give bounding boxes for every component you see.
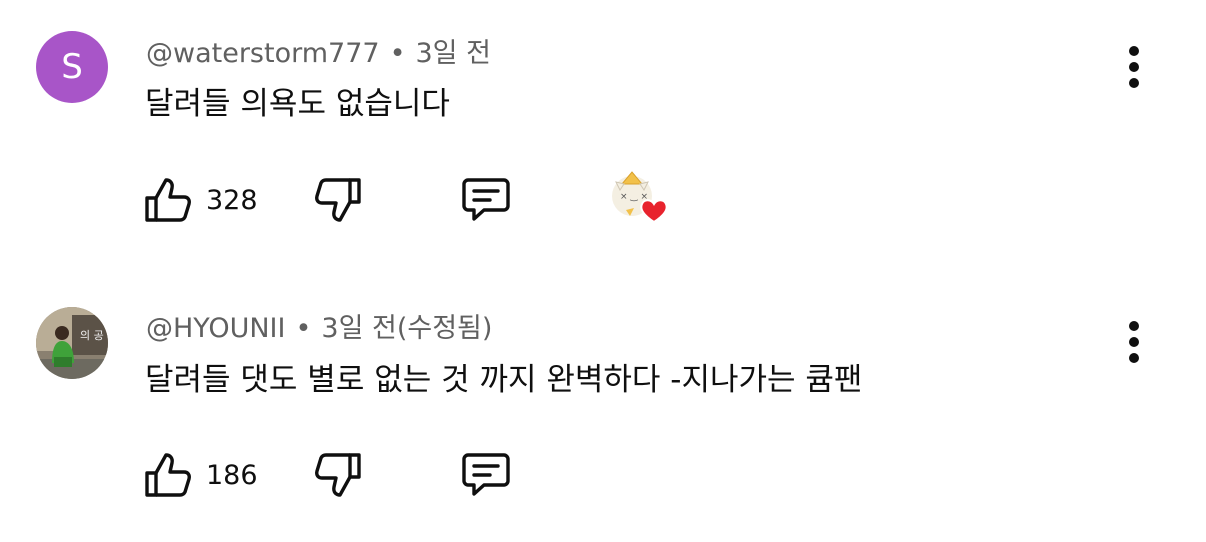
more-actions-button[interactable] xyxy=(1114,315,1154,371)
comment-author[interactable]: @waterstorm777 xyxy=(146,38,380,69)
like-count: 186 xyxy=(206,459,258,491)
comment-actions: 328 × ‿ × xyxy=(144,171,704,226)
creator-heart-icon: × ‿ × xyxy=(612,171,668,224)
comment-text: 달려들 의욕도 없습니다 xyxy=(145,86,450,122)
comment-time[interactable]: 3일 전 xyxy=(416,38,491,69)
like-count: 328 xyxy=(206,184,258,216)
creator-heart-badge: × ‿ × xyxy=(608,168,672,228)
comment-text: 달려들 댓도 별로 없는 것 까지 완벽하다 -지나가는 큠팬 xyxy=(145,362,863,398)
dislike-button[interactable] xyxy=(314,449,362,501)
svg-text:의 공: 의 공 xyxy=(80,329,104,342)
avatar[interactable]: 의 공 xyxy=(36,307,108,379)
comment-time[interactable]: 3일 전(수정됨) xyxy=(321,313,492,344)
comment-author[interactable]: @HYOUNII xyxy=(146,313,285,344)
thumbs-down-icon xyxy=(315,178,361,222)
dislike-button[interactable] xyxy=(314,174,362,226)
comment-meta: @HYOUNII • 3일 전(수정됨) xyxy=(146,312,492,346)
avatar-photo: 의 공 xyxy=(36,307,108,379)
comment-item: S @waterstorm777 • 3일 전 달려들 의욕도 없습니다 328 xyxy=(0,0,1206,271)
more-actions-button[interactable] xyxy=(1114,40,1154,96)
meta-separator: • xyxy=(389,38,406,69)
more-vertical-icon xyxy=(1129,46,1139,88)
comment-meta: @waterstorm777 • 3일 전 xyxy=(146,37,491,71)
more-vertical-icon xyxy=(1129,321,1139,363)
avatar[interactable]: S xyxy=(36,31,108,103)
reply-button[interactable] xyxy=(460,449,512,501)
comment-item: 의 공 @HYOUNII • 3일 전(수정됨) 달려들 댓도 별로 없는 것 까지… xyxy=(0,271,1206,542)
reply-button[interactable] xyxy=(460,174,512,226)
comment-actions: 186 xyxy=(144,449,544,501)
reply-comment-icon xyxy=(462,178,510,221)
like-button[interactable]: 328 xyxy=(144,174,258,226)
thumbs-up-icon xyxy=(145,178,191,222)
meta-separator: • xyxy=(295,313,312,344)
reply-comment-icon xyxy=(462,453,510,496)
avatar-letter: S xyxy=(61,47,83,87)
thumbs-up-icon xyxy=(145,453,191,497)
like-button[interactable]: 186 xyxy=(144,449,258,501)
thumbs-down-icon xyxy=(315,453,361,497)
